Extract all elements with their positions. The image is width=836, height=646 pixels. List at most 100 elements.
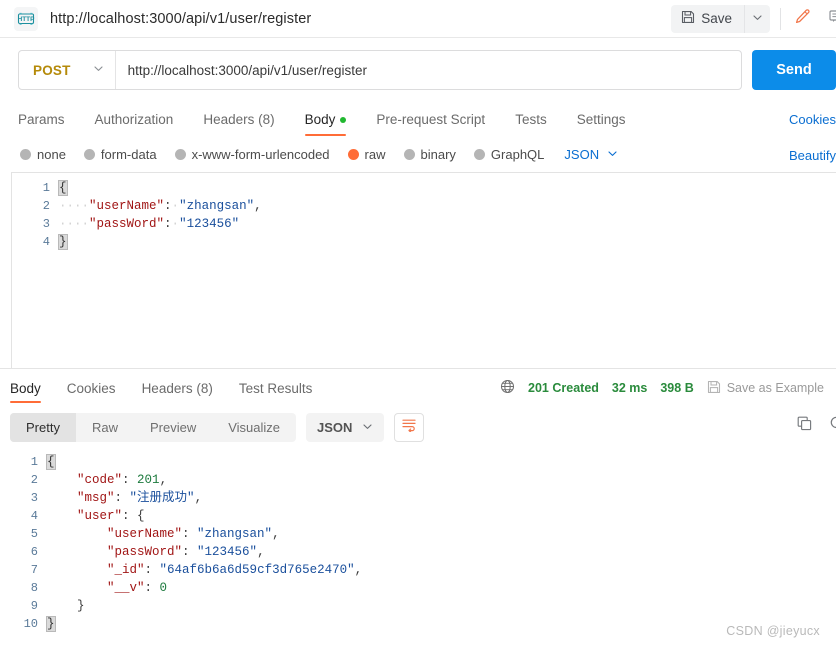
- code-line: 5 "userName": "zhangsan",: [0, 525, 836, 543]
- tab-params[interactable]: Params: [18, 112, 65, 136]
- edit-request-button[interactable]: [785, 1, 819, 36]
- line-number: 3: [42, 217, 50, 231]
- copy-button[interactable]: [796, 415, 813, 437]
- code-line-text: ····"passWord":·"123456": [59, 215, 836, 233]
- body-type-graphql-label: GraphQL: [490, 147, 545, 162]
- tab-settings-label: Settings: [576, 112, 626, 127]
- response-tab-cookies[interactable]: Cookies: [67, 371, 116, 405]
- raw-format-label: JSON: [564, 147, 600, 162]
- code-line: 2 ····"userName":·"zhangsan",: [12, 197, 836, 215]
- code-line: 1{: [0, 453, 836, 471]
- code-line: 7 "_id": "64af6b6a6d59cf3d765e2470",: [0, 561, 836, 579]
- tab-body-label: Body: [304, 112, 336, 127]
- save-button[interactable]: Save: [671, 4, 744, 33]
- http-protocol-icon: HTTP: [14, 6, 38, 31]
- line-number: 1: [42, 181, 50, 195]
- body-type-form-data[interactable]: form-data: [83, 147, 157, 162]
- request-body-editor[interactable]: 1{2 ····"userName":·"zhangsan", 3 ····"pass…: [11, 172, 836, 368]
- tab-headers[interactable]: Headers (8): [203, 112, 274, 136]
- response-view-modes: Pretty Raw Preview Visualize: [10, 412, 297, 442]
- code-token: }: [58, 234, 68, 250]
- code-token: :: [144, 563, 160, 577]
- code-token: ····: [59, 217, 90, 231]
- code-line: 1{: [12, 179, 836, 197]
- request-body-lines: 1{2 ····"userName":·"zhangsan", 3 ····"pass…: [12, 173, 836, 251]
- tab-settings[interactable]: Settings: [577, 112, 626, 136]
- body-type-urlencoded[interactable]: x-www-form-urlencoded: [174, 147, 330, 162]
- body-type-raw-label: raw: [364, 147, 386, 162]
- wrap-lines-button[interactable]: [394, 412, 425, 442]
- code-token: ,: [257, 545, 265, 559]
- raw-format-selector[interactable]: JSON: [564, 147, 618, 162]
- beautify-link[interactable]: Beautify: [789, 148, 836, 163]
- response-tab-test-results[interactable]: Test Results: [239, 371, 313, 405]
- view-mode-visualize[interactable]: Visualize: [212, 413, 296, 442]
- code-token: {: [58, 180, 68, 196]
- body-type-none[interactable]: none: [20, 147, 66, 162]
- save-options-caret[interactable]: [744, 4, 770, 33]
- response-time: 32 ms: [611, 381, 648, 395]
- code-token: :: [144, 581, 160, 595]
- code-token: "zhangsan": [197, 527, 273, 541]
- comments-button[interactable]: [819, 2, 836, 36]
- code-token: :: [164, 217, 172, 231]
- save-as-example-button[interactable]: Save as Example: [707, 380, 824, 397]
- line-number: 7: [30, 563, 38, 577]
- line-number: 4: [30, 509, 38, 523]
- code-line-text: }: [46, 615, 836, 633]
- code-line: 4}: [12, 233, 836, 251]
- line-number: 3: [30, 491, 38, 505]
- response-header: Body Cookies Headers (8) Test Results 20…: [0, 369, 836, 407]
- chevron-down-icon: [93, 61, 104, 79]
- radio-icon: [174, 149, 186, 160]
- search-button[interactable]: [829, 415, 836, 437]
- view-mode-pretty[interactable]: Pretty: [10, 412, 76, 442]
- view-mode-preview[interactable]: Preview: [134, 413, 212, 442]
- line-number: 1: [30, 455, 38, 469]
- globe-icon: [500, 379, 515, 397]
- radio-icon: [403, 149, 415, 160]
- view-mode-raw[interactable]: Raw: [76, 413, 134, 442]
- postman-window: HTTP http://localhost:3000/api/v1/user/r…: [0, 0, 836, 646]
- radio-icon: [20, 149, 31, 160]
- save-button-group: Save: [671, 4, 770, 33]
- response-tab-body[interactable]: Body: [10, 371, 41, 405]
- code-line: 3 ····"passWord":·"123456": [12, 215, 836, 233]
- code-token: {: [137, 509, 145, 523]
- send-button[interactable]: Send: [752, 50, 836, 90]
- radio-selected-icon: [347, 149, 359, 160]
- response-tab-headers[interactable]: Headers (8): [142, 371, 213, 405]
- watermark: CSDN @jieyucx: [726, 624, 820, 638]
- tab-authorization[interactable]: Authorization: [95, 112, 174, 136]
- code-token: 0: [159, 581, 168, 595]
- line-number: 2: [42, 199, 50, 213]
- body-type-graphql[interactable]: GraphQL: [473, 147, 545, 162]
- response-body-viewer[interactable]: 1{2 "code": 201, 3 "msg": "注册成功", 4 "user"…: [0, 447, 836, 646]
- code-token: ,: [159, 473, 168, 487]
- svg-text:HTTP: HTTP: [18, 16, 35, 23]
- body-type-raw[interactable]: raw: [347, 147, 386, 162]
- cookies-link[interactable]: Cookies: [789, 112, 836, 127]
- tab-pre-request-script-label: Pre-request Script: [376, 112, 486, 127]
- response-format-selector[interactable]: JSON: [306, 412, 385, 442]
- response-status-bar: 201 Created 32 ms 398 B Save as Example: [500, 369, 824, 407]
- search-icon: [829, 416, 836, 436]
- body-type-binary[interactable]: binary: [403, 147, 456, 162]
- tab-headers-label: Headers (8): [203, 112, 275, 127]
- save-as-example-label: Save as Example: [726, 381, 824, 395]
- method-label: POST: [33, 62, 71, 78]
- tab-tests[interactable]: Tests: [515, 112, 547, 136]
- copy-icon: [796, 416, 813, 436]
- topbar-divider: [780, 7, 781, 30]
- url-input[interactable]: [115, 51, 741, 89]
- method-selector[interactable]: POST: [19, 51, 116, 89]
- tab-body[interactable]: Body: [304, 112, 347, 136]
- line-number: 10: [23, 617, 38, 631]
- tab-pre-request-script[interactable]: Pre-request Script: [376, 112, 485, 136]
- code-token: ,: [254, 199, 262, 213]
